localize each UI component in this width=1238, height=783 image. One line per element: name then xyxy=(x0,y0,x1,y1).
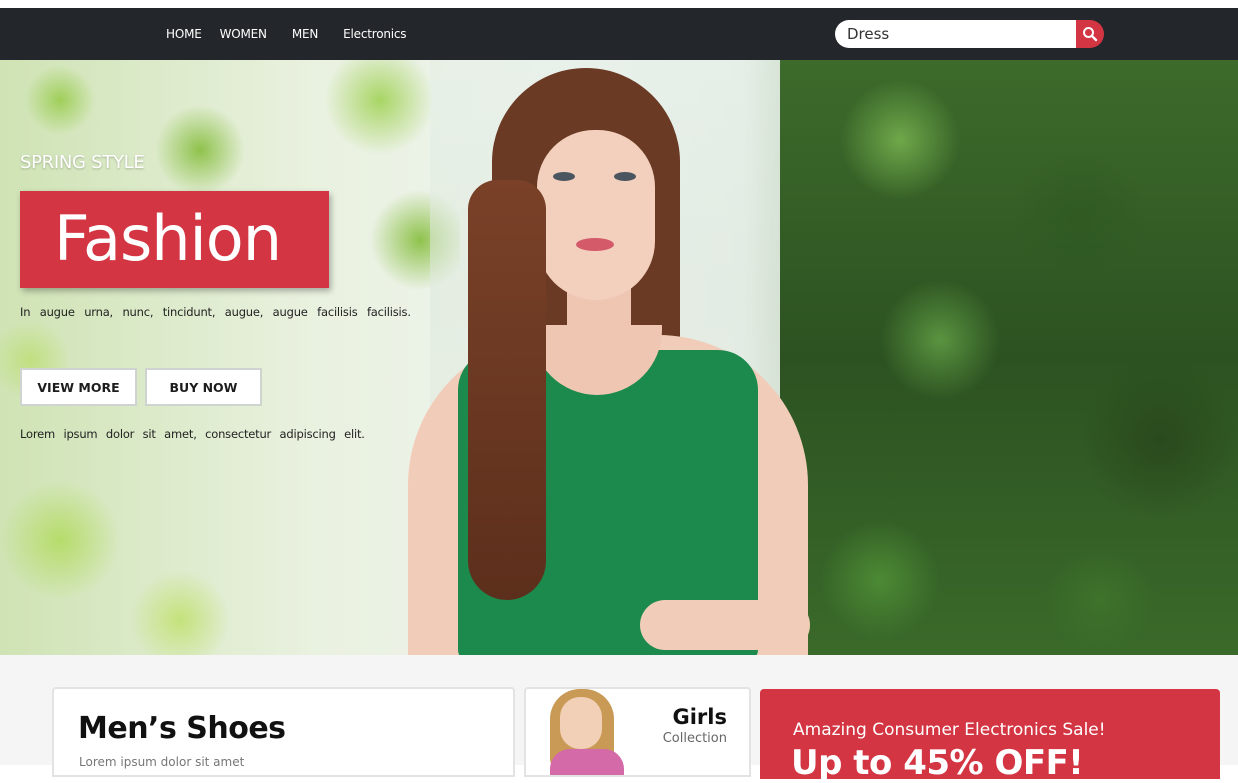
hero-banner: SPRING STYLE Fashion In augue urna, nunc… xyxy=(0,60,1238,655)
search-input[interactable] xyxy=(835,20,1076,48)
girls-title: Girls xyxy=(672,705,728,729)
girls-collection-card[interactable]: Girls Collection xyxy=(524,687,751,777)
top-strip xyxy=(0,0,1238,8)
top-navigation-bar: HOME WOMEN MEN Electronics xyxy=(0,8,1238,60)
electronics-sale-tagline: Amazing Consumer Electronics Sale! xyxy=(793,720,1106,740)
nav-link-women[interactable]: WOMEN xyxy=(220,27,267,41)
electronics-sale-headline: Up to 45% OFF! xyxy=(791,743,1084,783)
search-icon xyxy=(1083,27,1098,42)
nav-links: HOME WOMEN MEN Electronics xyxy=(166,8,424,60)
buy-now-button[interactable]: BUY NOW xyxy=(145,368,262,406)
search-box xyxy=(835,20,1104,48)
hero-foliage-right xyxy=(780,60,1238,655)
girls-subtitle: Collection xyxy=(662,731,727,746)
electronics-sale-card[interactable]: Amazing Consumer Electronics Sale! Up to… xyxy=(760,689,1220,783)
view-more-button[interactable]: VIEW MORE xyxy=(20,368,137,406)
hero-description: In augue urna, nunc, tincidunt, augue, a… xyxy=(20,305,411,319)
nav-link-home[interactable]: HOME xyxy=(166,27,202,41)
hero-headline-box: Fashion xyxy=(20,191,329,288)
nav-link-men[interactable]: MEN xyxy=(292,27,319,41)
mens-shoes-title: Men’s Shoes xyxy=(78,711,286,746)
hero-eyebrow: SPRING STYLE xyxy=(20,152,145,173)
mens-shoes-card[interactable]: Men’s Shoes Lorem ipsum dolor sit amet xyxy=(52,687,515,777)
mens-shoes-subtitle: Lorem ipsum dolor sit amet xyxy=(79,755,245,769)
hero-headline: Fashion xyxy=(54,202,282,275)
hero-note: Lorem ipsum dolor sit amet, consectetur … xyxy=(20,427,365,441)
search-button[interactable] xyxy=(1076,20,1104,48)
hero-foliage-left xyxy=(0,60,460,655)
nav-link-electronics[interactable]: Electronics xyxy=(343,27,406,41)
